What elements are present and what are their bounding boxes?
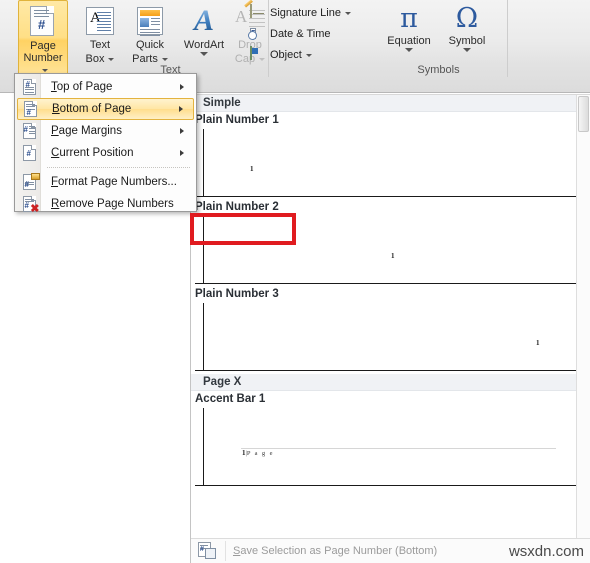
gallery-vertical-scrollbar[interactable] [576, 95, 590, 538]
save-selection-label-rest: ave Selection as Page Number (Bottom) [240, 545, 438, 557]
date-time-button[interactable]: 5 Date & Time [248, 25, 368, 43]
object-icon [250, 46, 266, 63]
page-edge-left [203, 216, 204, 283]
gallery-item-plain-number-1[interactable]: 1 [195, 129, 586, 197]
chevron-down-icon[interactable] [200, 52, 208, 56]
watermark: wsxdn.com [508, 543, 584, 560]
symbol-label: Symbol [448, 35, 486, 47]
equation-label: Equation [387, 35, 431, 47]
wordart-icon: A [188, 5, 220, 37]
menu-separator [47, 167, 190, 168]
menu-item-format-page-numbers[interactable]: # Format Page Numbers... [17, 171, 194, 193]
equation-button[interactable]: π Equation [380, 2, 438, 52]
chevron-down-icon[interactable] [108, 57, 115, 61]
menu-item-bottom-of-page[interactable]: # Bottom of Page [17, 98, 194, 120]
signature-line-button[interactable]: Signature Line [244, 0, 368, 22]
ribbon-group-text: A Text Box Quick Parts A WordArt A Drop … [73, 0, 269, 77]
chevron-down-icon[interactable] [344, 11, 351, 15]
page-edge-left [203, 129, 204, 196]
preview-page-number: 1 [391, 252, 395, 260]
menu-item-label: Bottom of Page [52, 103, 132, 115]
gallery-item-plain-number-2[interactable]: 1 [195, 216, 586, 284]
chevron-down-icon[interactable] [405, 48, 413, 52]
accent-word: P a g e [246, 450, 274, 457]
submenu-arrow-icon [180, 128, 184, 134]
quick-parts-button[interactable]: Quick Parts [125, 2, 175, 65]
text-box-button[interactable]: A Text Box [77, 2, 123, 65]
menu-item-top-of-page[interactable]: # Top of Page [17, 76, 194, 98]
preview-page-number: 1 [250, 165, 254, 173]
submenu-arrow-icon [180, 150, 184, 156]
menu-item-label: Page Margins [51, 125, 122, 137]
symbol-button[interactable]: Ω Symbol [440, 2, 494, 52]
preview-page-number: 1 [536, 339, 540, 347]
equation-icon: π [400, 3, 418, 34]
text-box-label-line1: Text [89, 39, 111, 51]
signature-line-label: Signature Line [270, 7, 341, 19]
save-selection-as-page-number-button[interactable]: Save Selection as Page Number (Bottom) [233, 545, 437, 557]
text-box-icon: A [84, 5, 116, 37]
save-selection-icon: # [198, 542, 220, 560]
menu-item-label: Remove Page Numbers [51, 198, 174, 210]
gallery-item-accent-bar-1[interactable]: 1|P a g e [195, 408, 586, 486]
gallery-item-title-plain-number-1: Plain Number 1 [195, 114, 279, 126]
chevron-down-icon[interactable] [161, 57, 168, 61]
menu-item-label: Top of Page [51, 81, 113, 93]
menu-item-current-position[interactable]: # Current Position [17, 142, 194, 164]
page-number-label-line2: Number [23, 52, 63, 64]
chevron-down-icon[interactable] [463, 48, 471, 52]
gallery-item-title-plain-number-3: Plain Number 3 [195, 288, 279, 300]
submenu-arrow-icon [179, 106, 183, 112]
wordart-glyph: A [188, 6, 220, 36]
quick-parts-label-line1: Quick [135, 39, 165, 51]
menu-item-remove-page-numbers[interactable]: # ✖ Remove Page Numbers [17, 193, 194, 215]
page-margins-icon: # [17, 122, 43, 140]
page-bottom-icon: # [18, 100, 44, 118]
submenu-arrow-icon [180, 84, 184, 90]
object-label: Object [270, 49, 302, 61]
chevron-down-icon[interactable] [305, 53, 312, 57]
chevron-down-icon[interactable] [42, 68, 48, 72]
menu-item-page-margins[interactable]: # Page Margins [17, 120, 194, 142]
wordart-label: WordArt [183, 39, 225, 51]
gallery-item-title-accent-bar-1: Accent Bar 1 [195, 393, 266, 405]
page-number-icon: # [27, 6, 59, 38]
page-number-button[interactable]: # Page Number [18, 0, 68, 77]
ribbon-group-symbols: π Equation Ω Symbol Symbols [370, 0, 508, 77]
page-edge-left [203, 408, 204, 485]
menu-item-label: Current Position [51, 147, 134, 159]
ribbon-group-empty [508, 0, 590, 77]
object-button[interactable]: Object [250, 46, 368, 64]
gallery-section-header-page-x: Page X [191, 374, 590, 391]
accent-bar-text: 1|P a g e [242, 449, 274, 457]
gallery-scrollbar-thumb[interactable] [578, 96, 589, 132]
menu-item-label: Format Page Numbers... [51, 176, 177, 188]
gallery-item-title-plain-number-2: Plain Number 2 [195, 201, 279, 213]
date-time-icon: 5 [248, 26, 266, 42]
signature-line-icon [244, 0, 266, 21]
quick-parts-icon [134, 5, 166, 37]
text-group-commands: Signature Line 5 Date & Time Object [244, 0, 368, 64]
group-label-symbols: Symbols [417, 64, 460, 76]
accent-bar-rule [241, 448, 556, 449]
format-page-numbers-icon: # [17, 172, 43, 191]
wordart-button[interactable]: A WordArt [177, 2, 231, 56]
gallery-item-plain-number-3[interactable]: 1 [195, 303, 586, 371]
page-edge-left [203, 303, 204, 370]
word-page-number-gallery-screen: er & F # Page Number [0, 0, 590, 563]
page-top-icon: # [17, 78, 43, 96]
current-position-icon: # [17, 144, 43, 162]
page-number-dropdown-menu: # Top of Page # Bottom of Page # Page Ma… [14, 73, 197, 215]
date-time-label: Date & Time [270, 28, 331, 40]
footer-divider [225, 541, 226, 561]
page-number-label-line1: Page [30, 40, 56, 52]
gallery-section-header-simple: Simple [191, 95, 590, 112]
symbol-icon: Ω [455, 3, 479, 34]
remove-page-numbers-icon: # ✖ [17, 195, 43, 214]
bottom-of-page-gallery: Simple Plain Number 1 1 Plain Number 2 1… [190, 94, 590, 563]
